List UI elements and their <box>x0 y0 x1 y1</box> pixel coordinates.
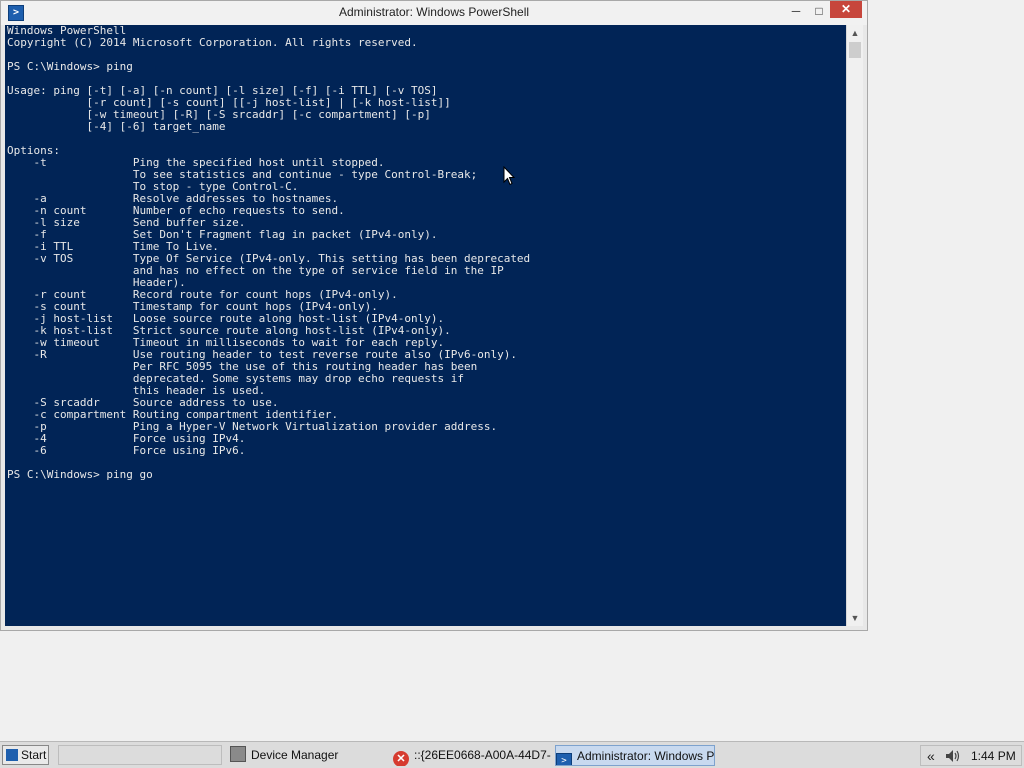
powershell-window: > Administrator: Windows PowerShell ─ □ … <box>0 0 868 631</box>
window-title: Administrator: Windows PowerShell <box>338 5 530 19</box>
taskbar-item-label: ::{26EE0668-A00A-44D7-... <box>414 748 551 762</box>
taskbar-item-powershell[interactable]: > Administrator: Windows P... <box>555 745 715 766</box>
mouse-pointer-icon <box>503 166 515 186</box>
start-button[interactable]: Start <box>2 745 49 765</box>
console-line: PS C:\Windows> ping <box>7 60 133 73</box>
console-output[interactable]: Windows PowerShell Copyright (C) 2014 Mic… <box>5 25 846 626</box>
scroll-up-arrow-icon[interactable]: ▲ <box>847 25 863 41</box>
console-line: Copyright (C) 2014 Microsoft Corporation… <box>7 36 418 49</box>
device-manager-icon <box>230 746 246 762</box>
console-line: PS C:\Windows> ping go <box>7 468 153 481</box>
maximize-button[interactable]: □ <box>808 1 830 21</box>
taskbar-item-label: Administrator: Windows P... <box>577 749 715 763</box>
console-line: -6 Force using IPv6. <box>7 444 246 457</box>
error-icon: ✕ <box>393 751 409 766</box>
volume-icon[interactable] <box>945 749 961 763</box>
vertical-scrollbar[interactable]: ▲ ▼ <box>846 25 863 626</box>
taskbar: Start Device Manager ✕::{26EE0668-A00A-4… <box>0 741 1024 768</box>
powershell-icon: > <box>556 753 572 765</box>
title-bar[interactable]: > Administrator: Windows PowerShell ─ □ … <box>1 1 867 25</box>
quick-launch-area <box>58 745 222 765</box>
taskbar-item-label: Device Manager <box>251 748 339 762</box>
system-tray: « 1:44 PM <box>920 745 1022 766</box>
close-button[interactable]: ✕ <box>830 1 862 18</box>
taskbar-item-error-window[interactable]: ✕::{26EE0668-A00A-44D7-... <box>393 745 551 766</box>
scroll-down-arrow-icon[interactable]: ▼ <box>847 610 863 626</box>
scroll-thumb[interactable] <box>849 42 861 58</box>
start-label: Start <box>21 748 47 762</box>
minimize-button[interactable]: ─ <box>784 1 808 21</box>
windows-logo-icon <box>6 749 18 761</box>
clock[interactable]: 1:44 PM <box>971 748 1016 764</box>
show-hidden-icons-chevron-icon[interactable]: « <box>927 747 935 765</box>
taskbar-item-device-manager[interactable]: Device Manager <box>230 745 380 766</box>
console-text: Windows PowerShell Copyright (C) 2014 Mic… <box>7 25 530 481</box>
console-line: [-4] [-6] target_name <box>7 120 226 133</box>
